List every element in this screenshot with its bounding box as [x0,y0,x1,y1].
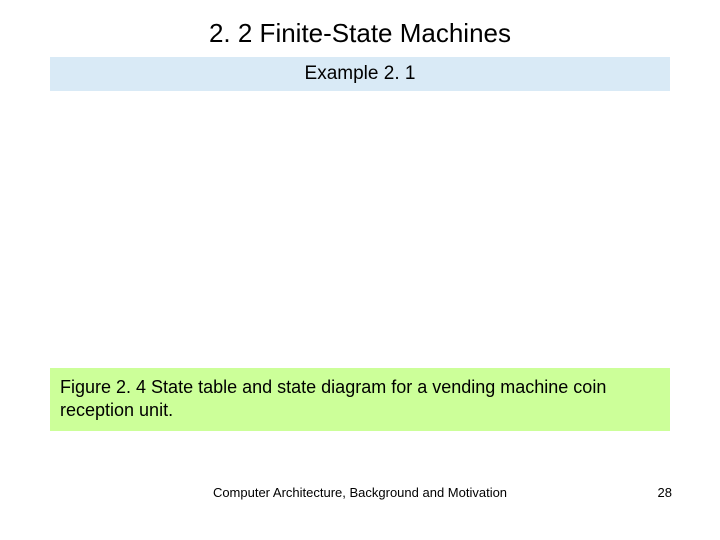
figure-caption-bar: Figure 2. 4 State table and state diagra… [50,368,670,431]
page-number: 28 [658,485,672,500]
example-label-bar: Example 2. 1 [50,57,670,91]
slide-title: 2. 2 Finite-State Machines [0,0,720,57]
footer-text: Computer Architecture, Background and Mo… [0,485,720,500]
